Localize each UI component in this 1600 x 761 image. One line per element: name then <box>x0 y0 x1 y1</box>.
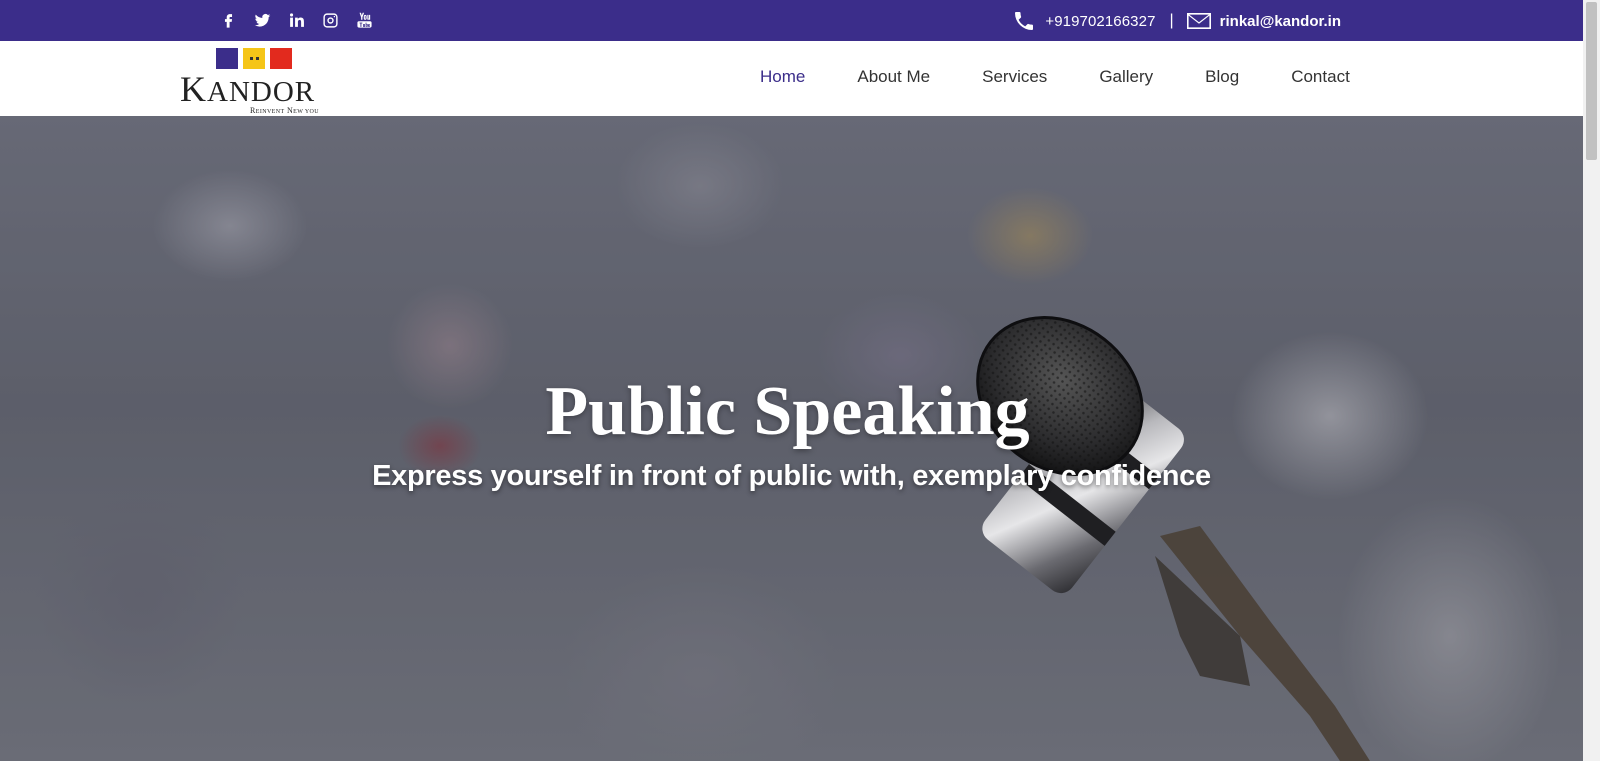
page-scrollbar[interactable] <box>1583 0 1600 761</box>
nav-menu: Home About Me Services Gallery Blog Cont… <box>760 67 1350 87</box>
logo-tagline: REINVENT NEW YOU <box>250 106 320 115</box>
logo-squares <box>216 48 292 69</box>
contact-info: +919702166327 | rinkal@kandor.in <box>1011 8 1341 34</box>
twitter-icon[interactable] <box>252 9 272 31</box>
logo-square-yellow <box>243 48 265 69</box>
social-links <box>218 9 374 31</box>
nav-item-home[interactable]: Home <box>760 67 805 87</box>
phone-number[interactable]: +919702166327 <box>1045 13 1155 30</box>
linkedin-icon[interactable] <box>286 9 306 31</box>
facebook-icon[interactable] <box>218 9 238 31</box>
main-navbar: KANDOR REINVENT NEW YOU Home About Me Se… <box>0 41 1583 116</box>
instagram-icon[interactable] <box>320 9 340 31</box>
logo-square-blue <box>216 48 238 69</box>
nav-item-blog[interactable]: Blog <box>1205 67 1239 87</box>
hero-title: Public Speaking <box>545 373 1030 450</box>
nav-item-services[interactable]: Services <box>982 67 1047 87</box>
logo-square-red <box>270 48 292 69</box>
site-logo[interactable]: KANDOR REINVENT NEW YOU <box>180 47 330 115</box>
hero-banner: Public Speaking Express yourself in fron… <box>0 116 1583 761</box>
contact-separator: | <box>1169 12 1174 29</box>
page: +919702166327 | rinkal@kandor.in KANDOR … <box>0 0 1600 761</box>
nav-item-contact[interactable]: Contact <box>1291 67 1350 87</box>
nav-item-about-me[interactable]: About Me <box>857 67 930 87</box>
phone-icon <box>1011 8 1037 34</box>
scrollbar-thumb[interactable] <box>1586 2 1597 160</box>
hero-subtitle: Express yourself in front of public with… <box>372 460 1211 492</box>
youtube-icon[interactable] <box>354 9 374 31</box>
nav-item-gallery[interactable]: Gallery <box>1099 67 1153 87</box>
envelope-icon <box>1186 8 1212 34</box>
email-address[interactable]: rinkal@kandor.in <box>1220 13 1341 30</box>
logo-wordmark: KANDOR <box>180 69 316 109</box>
top-bar: +919702166327 | rinkal@kandor.in <box>0 0 1583 41</box>
